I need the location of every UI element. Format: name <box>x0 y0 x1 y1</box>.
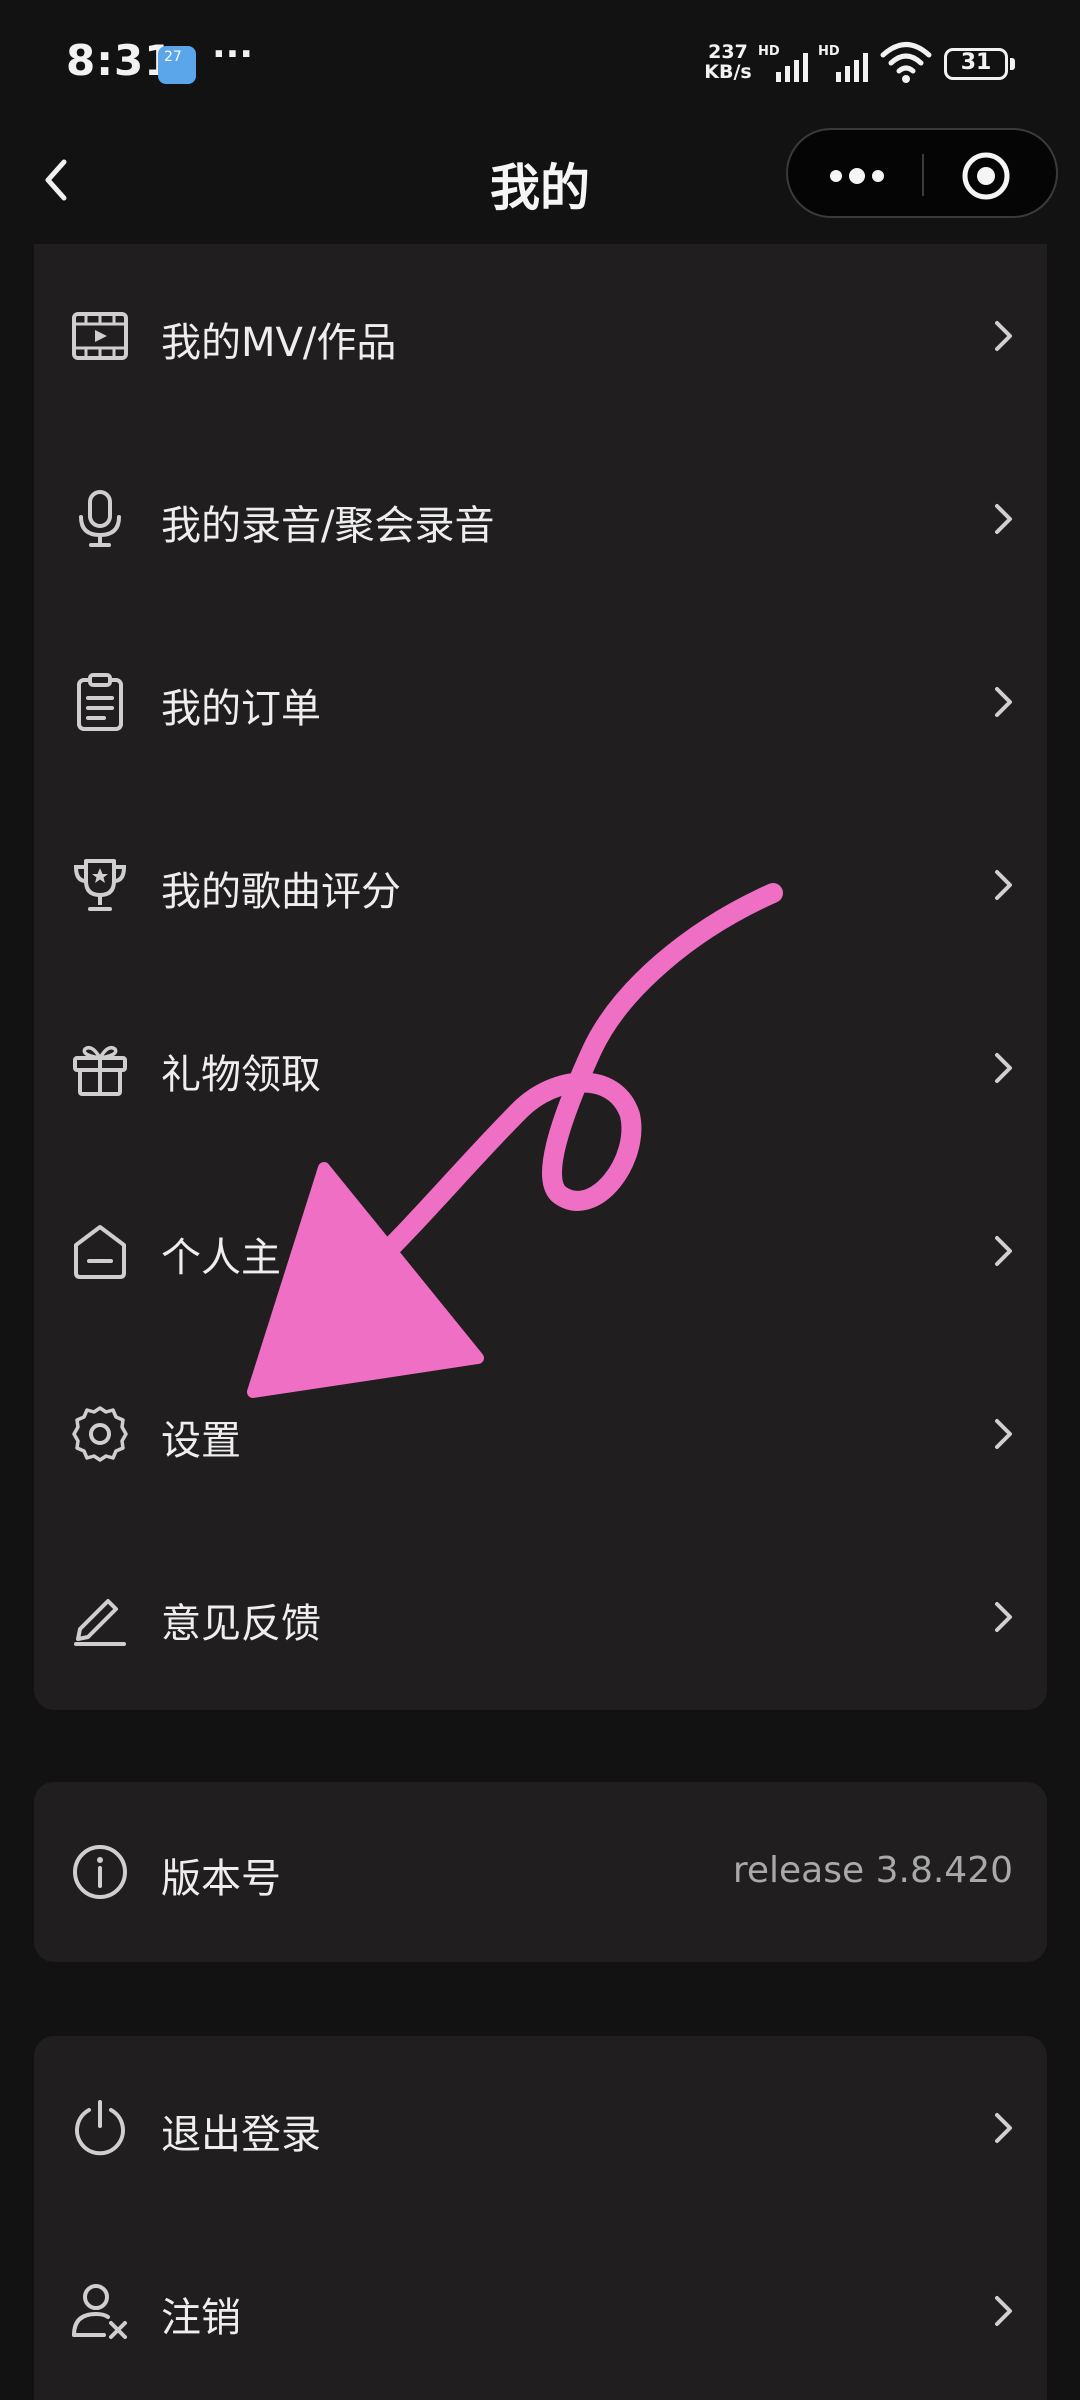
menu-item-label: 个人主 <box>161 1235 281 1281</box>
network-speed-value: 237 <box>708 41 748 63</box>
battery-level: 31 <box>960 50 992 75</box>
menu-item-label: 我的歌曲评分 <box>161 869 401 915</box>
chevron-right-icon <box>995 321 1012 351</box>
close-mini-program-button[interactable] <box>960 150 1012 202</box>
microphone-icon <box>79 490 121 547</box>
more-dots-icon <box>830 168 884 184</box>
page-title: 我的 <box>490 159 590 217</box>
menu-item-settings[interactable]: 设置 <box>34 1342 1047 1525</box>
account-card: 退出登录 注销 <box>34 2036 1047 2400</box>
back-button[interactable] <box>30 150 90 210</box>
menu-item-label: 我的录音/聚会录音 <box>161 503 495 549</box>
gear-icon <box>72 1406 128 1462</box>
pencil-icon <box>74 1599 126 1646</box>
chevron-right-icon <box>995 2296 1012 2326</box>
user-remove-icon <box>72 2284 127 2339</box>
chevron-right-icon <box>995 1236 1012 1266</box>
menu-item-label: 意见反馈 <box>161 1601 321 1647</box>
chevron-right-icon <box>995 2113 1012 2143</box>
chevron-right-icon <box>995 504 1012 534</box>
notification-more-icon: ··· <box>212 34 254 75</box>
menu-item-feedback[interactable]: 意见反馈 <box>34 1525 1047 1708</box>
battery-icon: 31 <box>944 48 1008 80</box>
more-options-button[interactable] <box>822 156 892 196</box>
wifi-icon <box>880 42 932 83</box>
home-icon <box>74 1225 126 1279</box>
battery-tip <box>1010 58 1015 70</box>
version-row: 版本号 release 3.8.420 <box>34 1780 1047 1963</box>
weather-icon: 27 <box>158 46 196 84</box>
chevron-right-icon <box>995 1053 1012 1083</box>
logout-label: 退出登录 <box>161 2112 321 2158</box>
film-icon <box>72 312 128 360</box>
menu-item-orders[interactable]: 我的订单 <box>34 610 1047 793</box>
screen: 8:31 27 ··· 237 KB/s HD HD 31 我的 我的MV/作品… <box>0 0 1080 2400</box>
trophy-icon <box>73 859 127 911</box>
signal-1-icon: HD <box>758 44 818 84</box>
menu-item-label: 设置 <box>161 1418 241 1464</box>
gift-icon <box>73 1045 127 1096</box>
chevron-right-icon <box>995 1602 1012 1632</box>
menu-item-gift[interactable]: 礼物领取 <box>34 976 1047 1159</box>
menu-item-label: 我的订单 <box>161 686 321 732</box>
menu-item-song-rating[interactable]: 我的歌曲评分 <box>34 793 1047 976</box>
menu-item-label: 我的MV/作品 <box>161 320 397 366</box>
navigation-bar: 我的 <box>0 120 1080 240</box>
clipboard-icon <box>77 673 123 731</box>
logout-row[interactable]: 退出登录 <box>34 2036 1047 2219</box>
info-icon <box>73 1845 127 1899</box>
menu-item-personal-page[interactable]: 个人主 <box>34 1159 1047 1342</box>
chevron-right-icon <box>995 1419 1012 1449</box>
signal-2-icon: HD <box>818 44 878 84</box>
power-icon <box>75 2100 125 2156</box>
chevron-left-icon <box>45 159 67 201</box>
network-speed: 237 KB/s <box>698 42 758 82</box>
network-speed-unit: KB/s <box>704 61 752 83</box>
menu-item-mv-works[interactable]: 我的MV/作品 <box>34 244 1047 427</box>
chevron-right-icon <box>995 687 1012 717</box>
chevron-right-icon <box>995 870 1012 900</box>
mini-program-capsule <box>786 128 1058 218</box>
status-bar: 8:31 27 ··· 237 KB/s HD HD 31 <box>0 0 1080 120</box>
menu-card: 我的MV/作品 我的录音/聚会录音 我的订单 我的歌曲评分 礼物领取 个人主 设… <box>34 244 1047 1710</box>
version-value: release 3.8.420 <box>732 1850 1013 1891</box>
version-label: 版本号 <box>161 1856 281 1902</box>
target-close-icon <box>962 152 1010 200</box>
menu-item-recordings[interactable]: 我的录音/聚会录音 <box>34 427 1047 610</box>
cancel-account-label: 注销 <box>161 2295 241 2341</box>
menu-item-label: 礼物领取 <box>161 1052 321 1098</box>
capsule-divider <box>922 154 924 196</box>
cancel-account-row[interactable]: 注销 <box>34 2219 1047 2400</box>
version-card: 版本号 release 3.8.420 <box>34 1782 1047 1962</box>
